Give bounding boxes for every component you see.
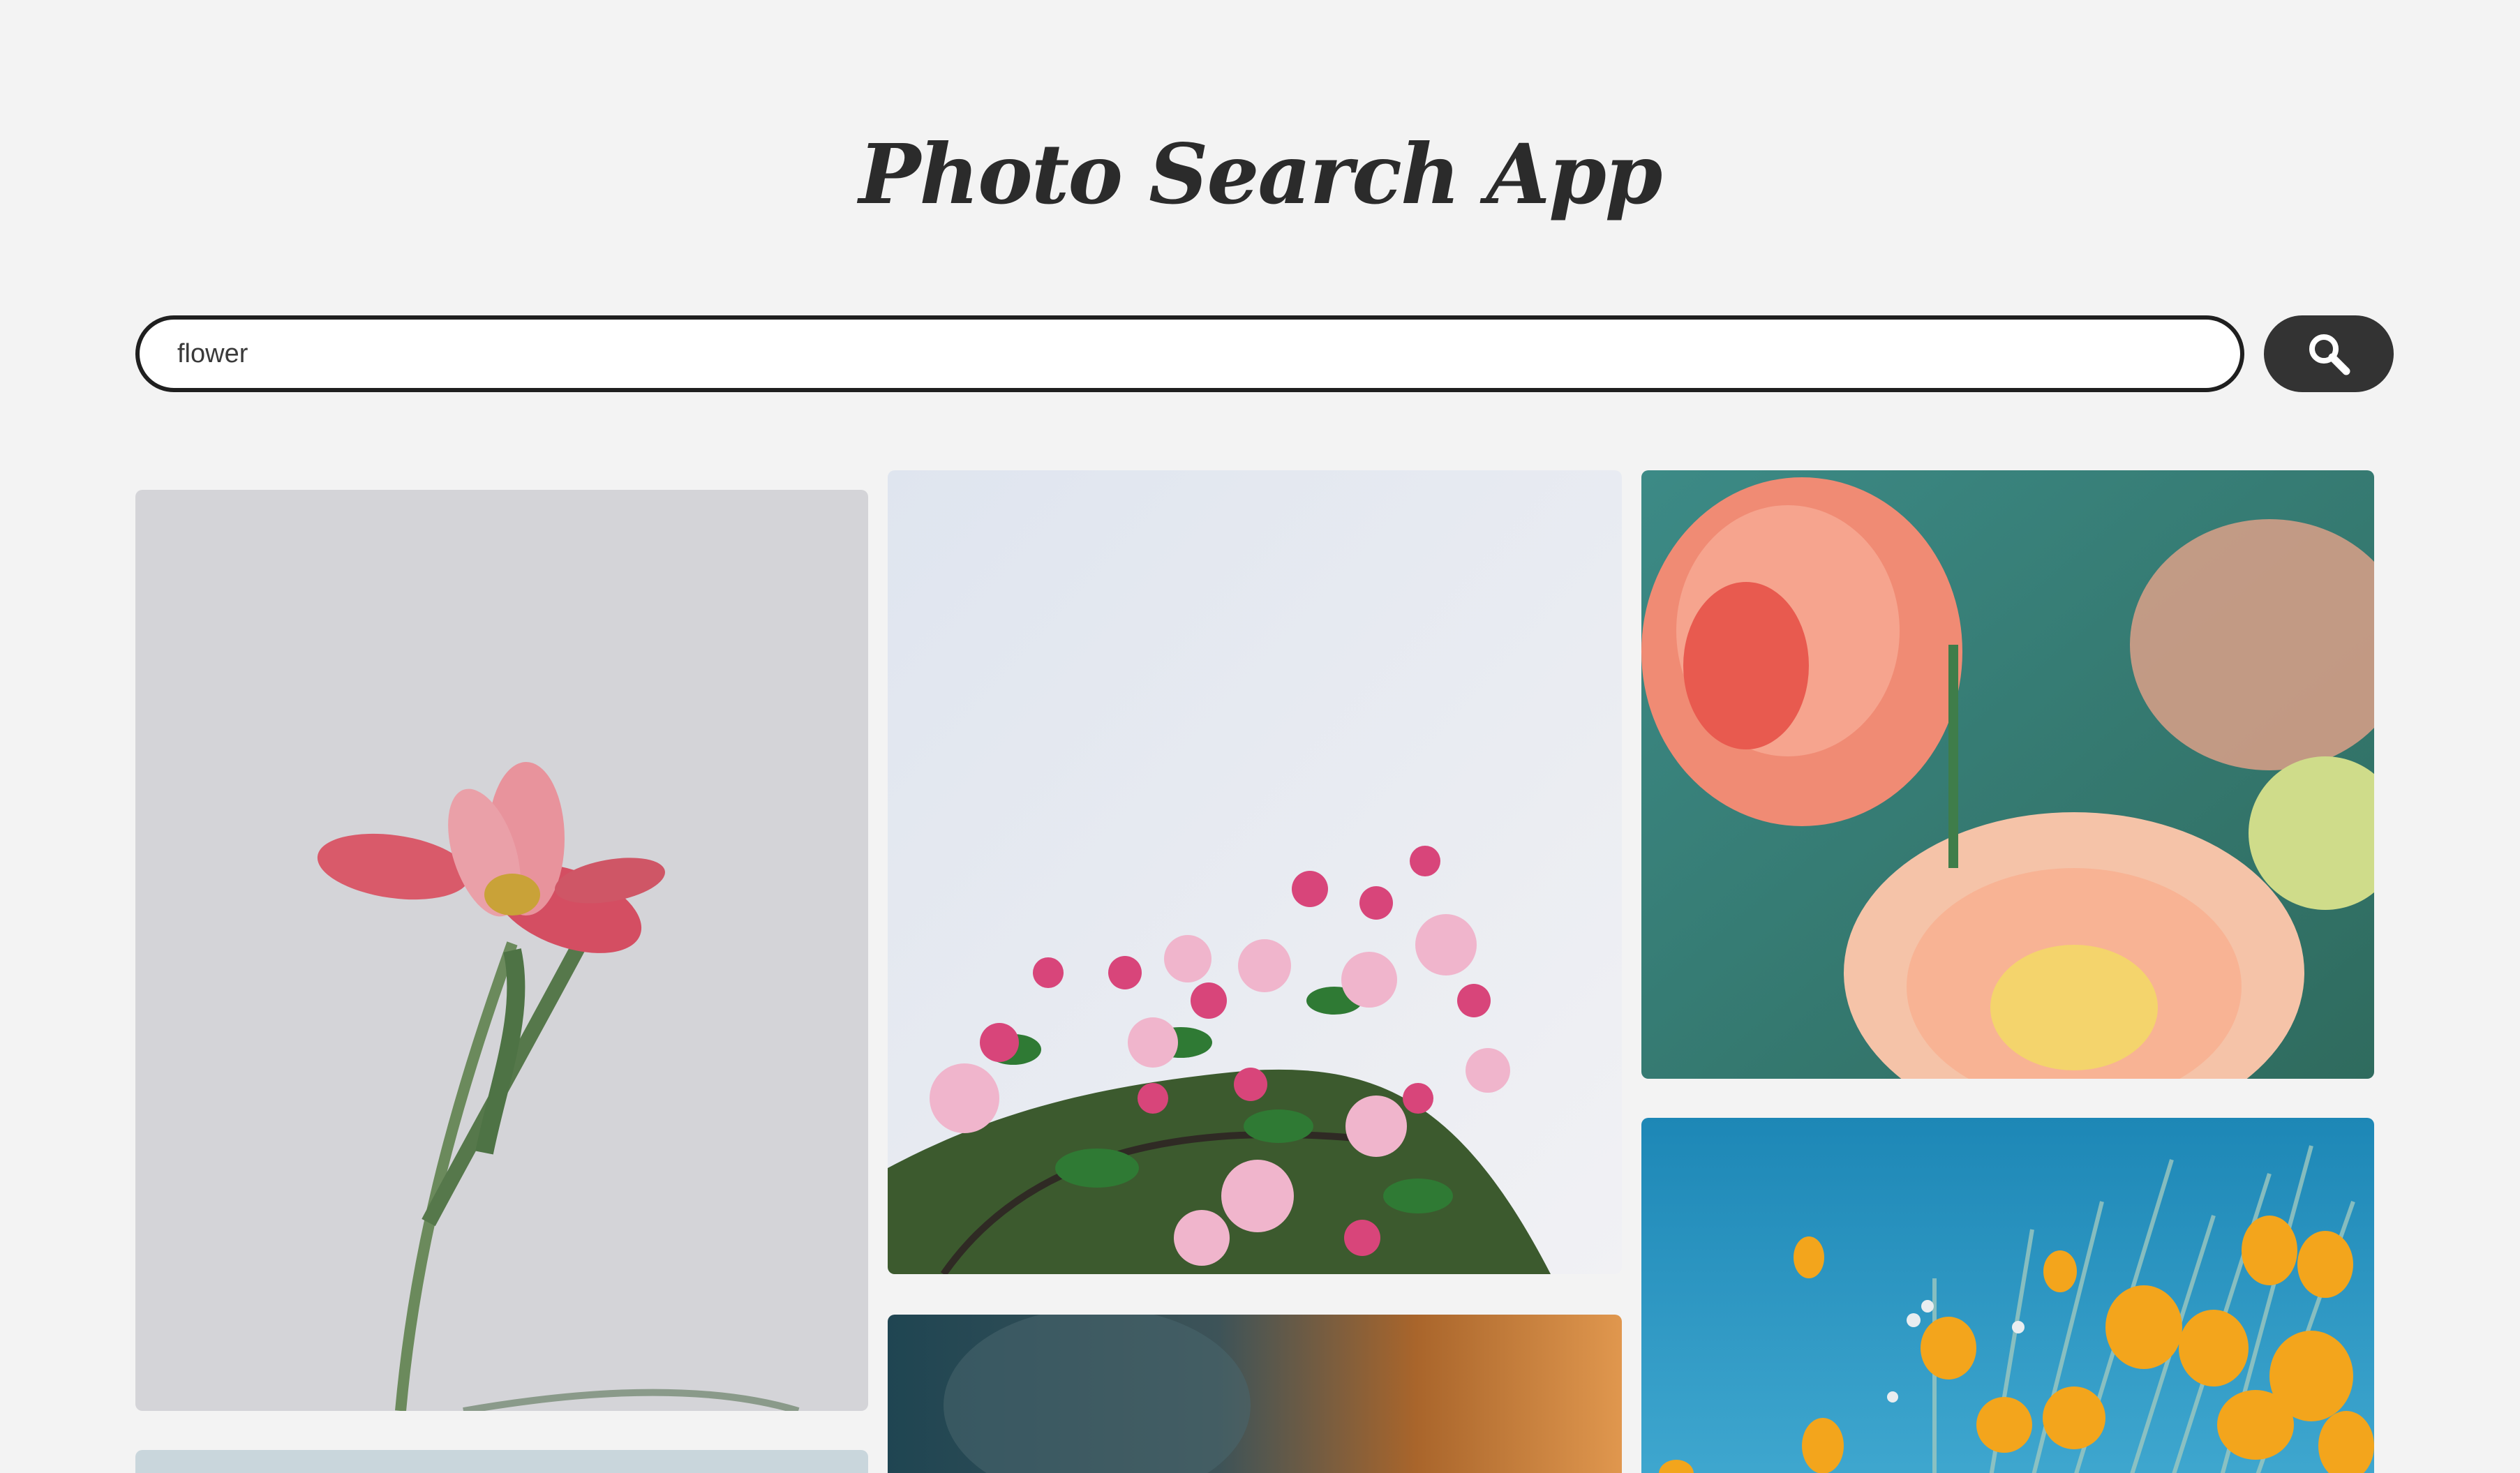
photo-blurred-orange[interactable] bbox=[888, 1315, 1622, 1473]
photo-pink-iris[interactable] bbox=[135, 490, 868, 1411]
photo-peach-dahlias[interactable] bbox=[1641, 470, 2374, 1079]
search-icon bbox=[2306, 331, 2351, 376]
search-input[interactable] bbox=[135, 315, 2244, 392]
search-button[interactable] bbox=[2264, 315, 2394, 392]
page-title: Photo Search App bbox=[858, 126, 1663, 223]
photo-pale-blue[interactable] bbox=[135, 1450, 868, 1473]
photo-pink-blossoms[interactable] bbox=[888, 470, 1622, 1274]
photo-orange-poppies[interactable] bbox=[1641, 1118, 2374, 1473]
